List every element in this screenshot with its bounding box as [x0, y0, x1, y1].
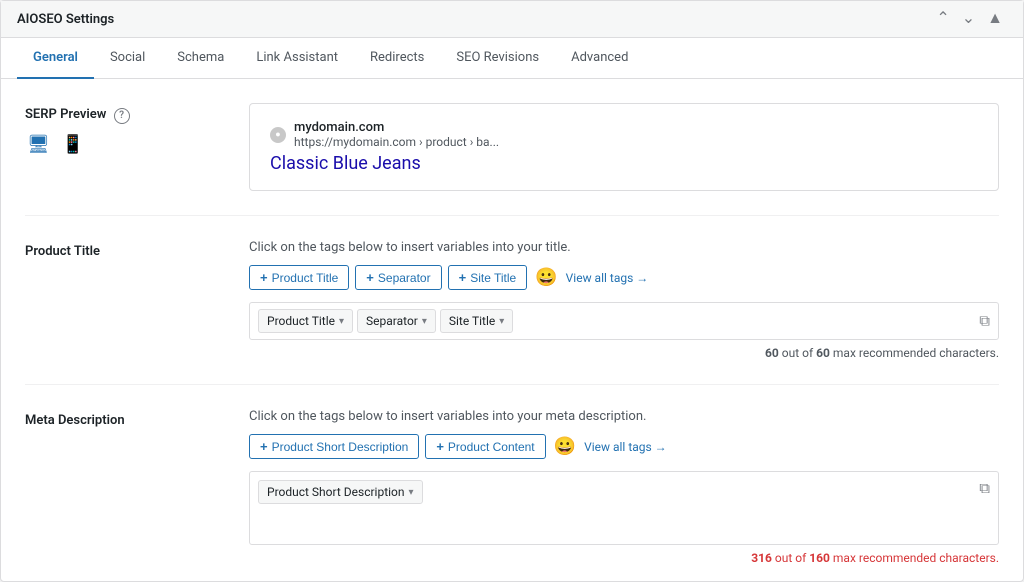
meta-description-label: Meta Description — [25, 409, 225, 565]
serp-help-icon[interactable]: ? — [114, 108, 130, 124]
serp-preview-section: SERP Preview ? 🖥 📱 ● mydomain.com https:… — [25, 79, 999, 216]
collapse-button[interactable]: ⌃ — [932, 9, 953, 29]
serp-preview-label: SERP Preview ? 🖥 📱 — [25, 103, 225, 191]
chevron-down-icon: ▾ — [499, 316, 504, 327]
tag-separator[interactable]: + Separator — [355, 265, 441, 290]
copy-title-button[interactable]: ⧉ — [979, 313, 990, 330]
serp-preview-box: ● mydomain.com https://mydomain.com › pr… — [249, 103, 999, 191]
tab-seo-revisions[interactable]: SEO Revisions — [440, 38, 555, 79]
product-title-body: Click on the tags below to insert variab… — [249, 240, 999, 360]
tabs-bar: General Social Schema Link Assistant Red… — [1, 38, 1023, 79]
serp-preview-body: ● mydomain.com https://mydomain.com › pr… — [249, 103, 999, 191]
meta-description-input[interactable]: Product Short Description ▾ ⧉ — [249, 471, 999, 545]
chevron-down-icon: ▾ — [422, 316, 427, 327]
tag-site-title[interactable]: + Site Title — [448, 265, 528, 290]
serp-domain-block: mydomain.com https://mydomain.com › prod… — [294, 120, 499, 149]
chevron-down-icon: ▾ — [339, 316, 344, 327]
panel-header: AIOSEO Settings ⌃ ⌄ ▲ — [1, 1, 1023, 38]
serp-favicon: ● — [270, 127, 286, 143]
tab-social[interactable]: Social — [94, 38, 161, 79]
dropdown-separator[interactable]: Separator ▾ — [357, 309, 436, 333]
dropdown-product-short-desc[interactable]: Product Short Description ▾ — [258, 480, 423, 504]
product-title-hint: Click on the tags below to insert variab… — [249, 240, 999, 255]
aioseo-panel: AIOSEO Settings ⌃ ⌄ ▲ General Social Sch… — [0, 0, 1024, 582]
product-title-input[interactable]: Product Title ▾ Separator ▾ Site Title ▾… — [249, 302, 999, 340]
expand-button[interactable]: ⌄ — [958, 9, 979, 29]
emoji-picker-meta[interactable]: 😀 — [552, 434, 578, 459]
meta-description-section: Meta Description Click on the tags below… — [25, 385, 999, 581]
copy-meta-button[interactable]: ⧉ — [979, 480, 990, 497]
product-title-section: Product Title Click on the tags below to… — [25, 216, 999, 385]
main-content: SERP Preview ? 🖥 📱 ● mydomain.com https:… — [1, 79, 1023, 581]
emoji-picker-title[interactable]: 😀 — [533, 265, 559, 290]
tab-schema[interactable]: Schema — [161, 38, 240, 79]
tag-product-title[interactable]: + Product Title — [249, 265, 349, 290]
serp-title: Classic Blue Jeans — [270, 153, 978, 174]
meta-char-count: 316 out of 160 max recommended character… — [249, 551, 999, 565]
serp-url-row: ● mydomain.com https://mydomain.com › pr… — [270, 120, 978, 149]
tab-redirects[interactable]: Redirects — [354, 38, 440, 79]
chevron-down-icon: ▾ — [409, 487, 414, 498]
dropdown-site-title[interactable]: Site Title ▾ — [440, 309, 513, 333]
meta-description-body: Click on the tags below to insert variab… — [249, 409, 999, 565]
view-all-tags-title[interactable]: View all tags → — [566, 271, 649, 285]
fullscreen-button[interactable]: ▲ — [983, 9, 1007, 29]
tab-link-assistant[interactable]: Link Assistant — [240, 38, 354, 79]
panel-title: AIOSEO Settings — [17, 12, 114, 27]
dropdown-product-title[interactable]: Product Title ▾ — [258, 309, 353, 333]
serp-breadcrumb: https://mydomain.com › product › ba... — [294, 135, 499, 149]
tag-product-content[interactable]: + Product Content — [425, 434, 545, 459]
tab-general[interactable]: General — [17, 38, 94, 79]
panel-controls: ⌃ ⌄ ▲ — [932, 9, 1007, 29]
tab-advanced[interactable]: Advanced — [555, 38, 644, 79]
product-title-label: Product Title — [25, 240, 225, 360]
tag-product-short-desc[interactable]: + Product Short Description — [249, 434, 419, 459]
meta-description-tags: + Product Short Description + Product Co… — [249, 434, 999, 459]
title-char-count: 60 out of 60 max recommended characters. — [249, 346, 999, 360]
serp-domain: mydomain.com — [294, 120, 499, 135]
product-title-tags: + Product Title + Separator + Site Title… — [249, 265, 999, 290]
view-all-tags-meta[interactable]: View all tags → — [584, 440, 667, 454]
meta-description-hint: Click on the tags below to insert variab… — [249, 409, 999, 424]
desktop-preview-button[interactable]: 🖥 — [25, 132, 52, 157]
mobile-preview-button[interactable]: 📱 — [60, 132, 86, 157]
